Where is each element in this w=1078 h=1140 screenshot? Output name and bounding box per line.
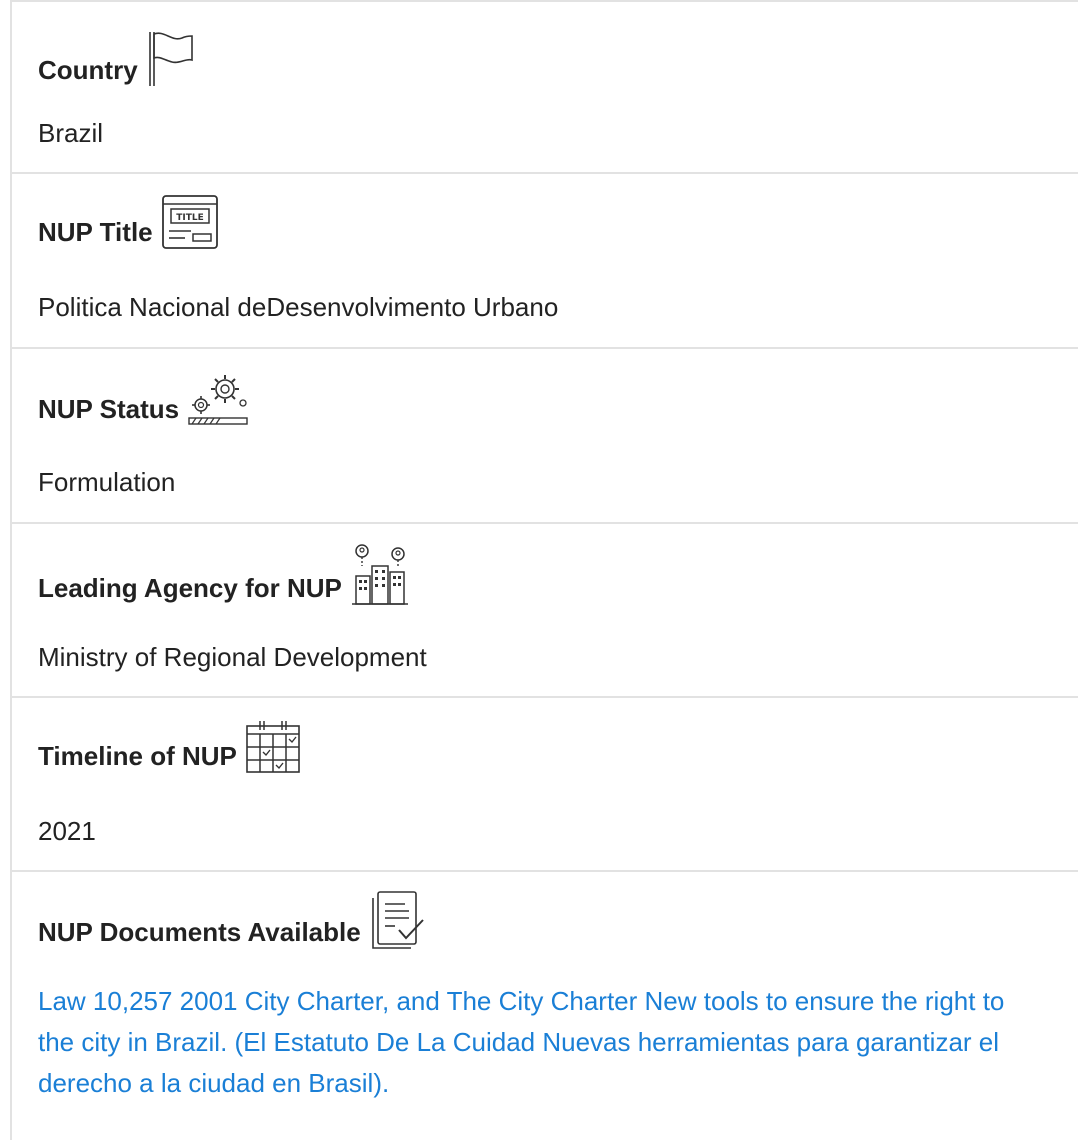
nup-status-label-row: NUP Status	[38, 371, 249, 427]
documents-label: NUP Documents Available	[38, 917, 361, 947]
documents-link[interactable]: Law 10,257 2001 City Charter, and The Ci…	[38, 981, 1028, 1104]
calendar-icon	[245, 718, 301, 774]
title-icon: TITLE	[161, 194, 219, 250]
nup-status-value: Formulation	[38, 467, 176, 497]
leading-agency-section: Leading Agency for NUP Ministry of Regio…	[12, 524, 1078, 698]
country-label: Country	[38, 55, 138, 85]
nup-title-label-row: NUP Title TITLE	[38, 194, 219, 250]
gears-progress-icon	[187, 371, 249, 427]
nup-status-section: NUP Status Formulation	[12, 349, 1078, 524]
leading-agency-label: Leading Agency for NUP	[38, 573, 342, 603]
country-label-row: Country	[38, 28, 194, 88]
agency-buildings-icon	[350, 542, 410, 606]
nup-title-label: NUP Title	[38, 217, 153, 247]
nup-info-card: Country Brazil NUP Title TITLE Politica …	[10, 0, 1078, 1140]
nup-status-label: NUP Status	[38, 394, 180, 424]
leading-agency-value: Ministry of Regional Development	[38, 642, 427, 672]
timeline-value: 2021	[38, 816, 96, 846]
timeline-section: Timeline of NUP 2021	[12, 698, 1078, 872]
documents-label-row: NUP Documents Available	[38, 890, 427, 950]
timeline-label-row: Timeline of NUP	[38, 718, 301, 774]
country-section: Country Brazil	[12, 2, 1078, 174]
country-value: Brazil	[38, 118, 104, 148]
timeline-label: Timeline of NUP	[38, 741, 237, 771]
flag-icon	[146, 28, 194, 88]
documents-section: NUP Documents Available Law 10,257 2001 …	[12, 872, 1078, 1140]
leading-agency-label-row: Leading Agency for NUP	[38, 542, 410, 606]
nup-title-value: Politica Nacional deDesenvolvimento Urba…	[38, 292, 559, 322]
nup-title-section: NUP Title TITLE Politica Nacional deDese…	[12, 174, 1078, 349]
svg-text:TITLE: TITLE	[176, 213, 204, 223]
document-check-icon	[369, 890, 427, 950]
